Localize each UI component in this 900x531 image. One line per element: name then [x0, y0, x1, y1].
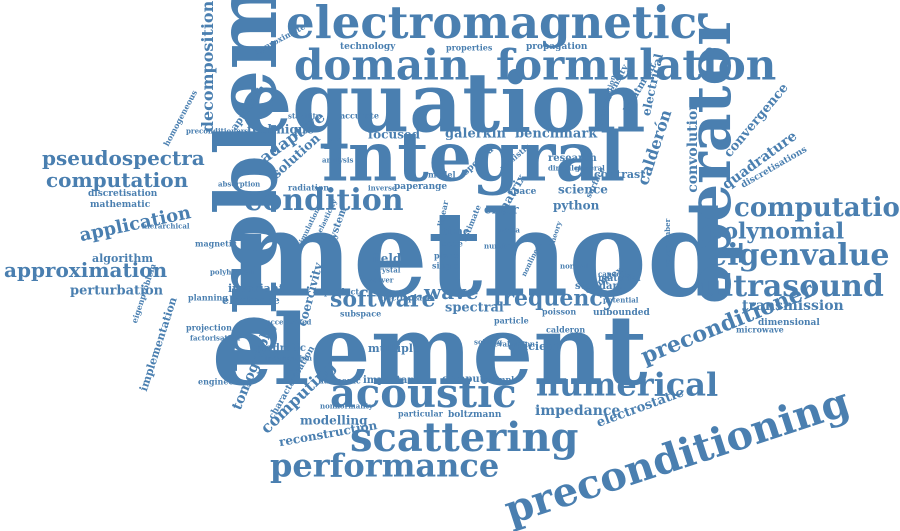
cloud-word-galerkin: galerkin: [445, 126, 506, 142]
cloud-word-linearization: linearization: [262, 353, 312, 363]
cloud-word-range: range: [418, 181, 448, 192]
cloud-word-electrode: electrode: [222, 294, 280, 308]
cloud-word-numerical: numerical: [536, 365, 719, 404]
cloud-word-mathematic: mathematic: [90, 199, 151, 210]
cloud-word-transmission: transmission: [742, 297, 844, 314]
cloud-word-factorisation: factorisation: [190, 333, 241, 343]
cloud-word-general: general: [575, 163, 605, 173]
cloud-word-evaluation: evaluation: [494, 339, 535, 349]
cloud-word-computational: computational: [734, 193, 900, 224]
cloud-word-discretisation: discretisation: [88, 188, 158, 199]
cloud-word-potential: potential: [603, 295, 639, 305]
cloud-word-particle: particle: [494, 315, 529, 326]
cloud-word-harmonic: harmonic: [318, 375, 361, 386]
cloud-word-technology: technology: [340, 41, 396, 52]
cloud-word-example: example: [482, 374, 520, 385]
word-cloud: method element problem equation integral oper…: [0, 0, 900, 531]
cloud-word-microwave: microwave: [736, 324, 784, 335]
cloud-word-solver: solver: [370, 275, 394, 285]
cloud-word-wavenumber: wavenumber: [663, 218, 672, 269]
cloud-word-unbounded: unbounded: [593, 307, 650, 318]
cloud-word-magnetic: magnetic: [195, 238, 237, 249]
cloud-word-field: field: [372, 251, 402, 266]
cloud-word-important: important: [363, 375, 420, 386]
cloud-word-crystal: crystal: [374, 265, 401, 275]
cloud-word-space: space: [508, 186, 537, 197]
cloud-word-engineering: engineering: [198, 376, 253, 387]
cloud-word-absorption: absorption: [218, 179, 261, 189]
cloud-word-radiation: radiation: [288, 182, 330, 193]
cloud-word-algorithm: algorithm: [92, 252, 154, 266]
cloud-word-polyhedron: polyhedron: [210, 267, 255, 277]
cloud-word-analysis: analysis: [322, 155, 354, 165]
cloud-word-poisson: poisson: [542, 306, 577, 317]
cloud-word-homogeneous: homogeneous: [161, 88, 200, 148]
cloud-word-benchmark: benchmark: [515, 126, 598, 142]
cloud-word-normal: normal: [560, 261, 589, 271]
cloud-word-product: product: [324, 286, 360, 297]
cloud-word-capacity: capacity: [598, 269, 631, 279]
cloud-word-polynomial: polynomial: [708, 218, 845, 245]
cloud-word-stability: stability: [288, 111, 320, 121]
cloud-word-spectral: spectral: [445, 300, 504, 316]
cloud-word-implementation: implementation: [137, 295, 180, 393]
cloud-word-boltzmann: boltzmann: [448, 409, 502, 420]
cloud-word-properties: properties: [446, 42, 493, 53]
cloud-word-error: error: [484, 202, 519, 217]
cloud-word-computation: computation: [46, 168, 189, 192]
cloud-word-electromagnetic: electromagnetic: [286, 0, 698, 49]
cloud-word-focused: focused: [368, 127, 420, 142]
cloud-word-projection: projection: [186, 322, 232, 333]
cloud-word-wave: wave: [424, 280, 479, 304]
cloud-word-calderon: calderon: [546, 324, 586, 335]
cloud-word-decomposition: decomposition: [198, 0, 217, 133]
cloud-word-inverse: inverse: [368, 183, 397, 193]
cloud-word-propagation: propagation: [526, 41, 588, 52]
cloud-word-subspace: subspace: [340, 308, 382, 319]
cloud-word-multiple: multiple: [368, 342, 420, 356]
cloud-word-convolution: convolution: [685, 100, 701, 193]
cloud-word-accelerated: accelerated: [266, 317, 312, 327]
cloud-word-accurate: accurate: [340, 110, 379, 121]
cloud-word-media: media: [496, 225, 520, 235]
cloud-word-nonnormality: nonnormality: [320, 401, 373, 411]
cloud-word-electric: electric: [378, 292, 412, 303]
cloud-word-code: code: [442, 238, 463, 249]
cloud-word-single: single: [432, 260, 460, 271]
cloud-word-pseudospectra: pseudospectra: [42, 146, 205, 170]
cloud-word-model: model: [428, 169, 456, 180]
cloud-word-planning: planning: [188, 292, 228, 303]
cloud-word-particular: particular: [398, 408, 443, 419]
cloud-word-eigenvalue: eigenvalue: [708, 238, 890, 273]
cloud-word-invariant: invariant: [228, 282, 284, 296]
cloud-word-hierarchical: hierarchical: [142, 221, 190, 231]
cloud-word-python: python: [553, 198, 600, 213]
cloud-word-performance: performance: [270, 446, 500, 485]
cloud-word-number: number: [484, 241, 515, 251]
cloud-word-plane: plane: [434, 250, 459, 261]
